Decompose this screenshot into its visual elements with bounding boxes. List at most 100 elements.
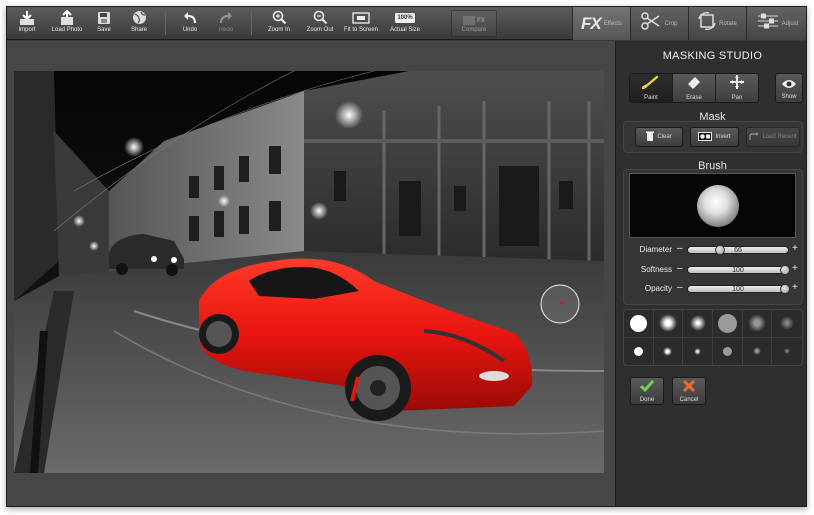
erase-tool-button[interactable]: Erase	[673, 74, 716, 102]
load-recent-label: Load Recent	[762, 134, 797, 140]
brush-preset[interactable]	[624, 337, 654, 365]
share-button[interactable]: Share	[127, 9, 151, 39]
eye-icon	[781, 76, 797, 94]
brush-preview	[629, 173, 796, 238]
diameter-increase-button[interactable]: +	[792, 243, 798, 254]
zoom-in-icon	[272, 9, 287, 26]
erase-label: Erase	[686, 95, 702, 101]
gray-soft-brush-small-icon	[784, 348, 791, 355]
floppy-disk-icon	[97, 9, 111, 26]
brush-preset[interactable]	[653, 310, 684, 338]
brush-preset[interactable]	[654, 337, 684, 365]
compare-button[interactable]: FX Compare	[451, 10, 497, 37]
cross-icon	[682, 379, 696, 397]
paint-brush-icon	[641, 75, 660, 94]
diameter-decrease-button[interactable]: –	[677, 243, 683, 254]
gray-soft-brush-large-icon	[747, 314, 766, 333]
zoom-in-button[interactable]: Zoom In	[263, 9, 295, 39]
load-recent-arrow-icon	[749, 128, 760, 146]
actual-size-icon: 100%	[395, 9, 415, 26]
done-button[interactable]: Done	[630, 377, 664, 405]
zoom-out-icon	[313, 9, 328, 26]
rotate-label: Rotate	[719, 20, 737, 27]
crop-label: Crop	[664, 20, 678, 27]
eraser-icon	[686, 75, 702, 94]
effects-label: Effects	[603, 20, 622, 27]
hard-brush-large-icon	[629, 314, 647, 332]
opacity-value: 100	[732, 286, 744, 293]
cancel-button[interactable]: Cancel	[672, 377, 706, 405]
import-label: Import	[18, 27, 36, 33]
softness-slider-row: Softness – 100 +	[616, 263, 806, 277]
photo-canvas[interactable]	[14, 71, 604, 473]
diameter-slider[interactable]: 66	[687, 245, 789, 255]
redo-button[interactable]: Redo	[215, 9, 237, 39]
paint-label: Paint	[644, 95, 658, 101]
canvas-area[interactable]	[7, 41, 615, 506]
street-photo-image	[14, 71, 604, 473]
softness-label: Softness	[640, 265, 672, 274]
tab-crop[interactable]: Crop	[630, 7, 688, 40]
redo-arrow-icon	[219, 9, 233, 26]
opacity-slider-handle[interactable]	[780, 284, 790, 294]
opacity-slider[interactable]: 100	[687, 284, 790, 294]
rotate-icon	[698, 12, 716, 35]
brush-preset[interactable]	[743, 337, 773, 365]
tab-adjust[interactable]: Adjust	[746, 7, 806, 40]
softness-decrease-button[interactable]: –	[677, 263, 683, 274]
tab-effects[interactable]: FX Effects	[572, 7, 630, 40]
actual-size-icon-text: 100%	[395, 12, 415, 23]
fit-to-screen-button[interactable]: Fit to Screen	[341, 9, 381, 39]
sliders-icon	[757, 13, 779, 34]
cancel-label: Cancel	[679, 397, 699, 403]
zoom-out-button[interactable]: Zoom Out	[303, 9, 337, 39]
show-label: Show	[781, 94, 797, 100]
show-mask-button[interactable]: Show	[775, 73, 803, 103]
actual-size-label: Actual Size	[389, 27, 420, 33]
save-label: Save	[97, 27, 111, 33]
undo-button[interactable]: Undo	[179, 9, 201, 39]
toolbar: Import Load Photo Save Share Undo Redo Z…	[7, 7, 806, 40]
clear-mask-button[interactable]: Clear	[635, 127, 683, 147]
softness-increase-button[interactable]: +	[792, 263, 798, 274]
import-button[interactable]: Import	[13, 9, 41, 39]
invert-icon	[698, 128, 713, 146]
opacity-label: Opacity	[644, 284, 672, 293]
brush-preset[interactable]	[742, 310, 773, 338]
opacity-increase-button[interactable]: +	[792, 282, 798, 293]
import-icon	[18, 9, 36, 26]
load-recent-mask-button[interactable]: Load Recent	[746, 127, 800, 147]
save-button[interactable]: Save	[93, 9, 115, 39]
actual-size-button[interactable]: 100% Actual Size	[387, 9, 423, 39]
brush-preset[interactable]	[683, 337, 713, 365]
panel-title: MASKING STUDIO	[662, 50, 763, 62]
paint-tool-button[interactable]: Paint	[630, 74, 673, 102]
diameter-slider-row: Diameter – 66 +	[616, 243, 806, 257]
brush-preset[interactable]	[624, 310, 654, 338]
brush-preset[interactable]	[772, 338, 802, 366]
gray-soft-brush-small-icon	[752, 347, 761, 356]
invert-mask-button[interactable]: Invert	[690, 127, 739, 147]
brush-preset-grid	[623, 309, 803, 366]
pan-tool-button[interactable]: Pan	[716, 74, 758, 102]
opacity-decrease-button[interactable]: –	[677, 282, 683, 293]
load-photo-button[interactable]: Load Photo	[49, 9, 85, 39]
fit-to-screen-label: Fit to Screen	[343, 27, 378, 33]
soft-brush-small-icon	[694, 347, 702, 355]
softness-slider-handle[interactable]	[780, 265, 790, 275]
soft-brush-large-icon	[689, 315, 706, 332]
brush-preset[interactable]	[713, 337, 743, 365]
brush-preset[interactable]	[772, 310, 802, 338]
brush-preset[interactable]	[712, 310, 743, 338]
checkmark-icon	[639, 379, 655, 397]
soft-brush-small-icon	[663, 346, 673, 356]
brush-preset[interactable]	[683, 310, 713, 338]
tab-rotate[interactable]: Rotate	[688, 7, 746, 40]
diameter-slider-handle[interactable]	[715, 245, 725, 255]
toolbar-divider	[251, 11, 252, 35]
zoom-out-label: Zoom Out	[306, 27, 334, 33]
softness-slider[interactable]: 100	[687, 265, 790, 275]
masking-studio-panel: MASKING STUDIO Paint Erase Pan Show Mask…	[615, 41, 806, 506]
compare-label: Compare	[461, 26, 487, 33]
hard-brush-small-icon	[633, 346, 643, 356]
